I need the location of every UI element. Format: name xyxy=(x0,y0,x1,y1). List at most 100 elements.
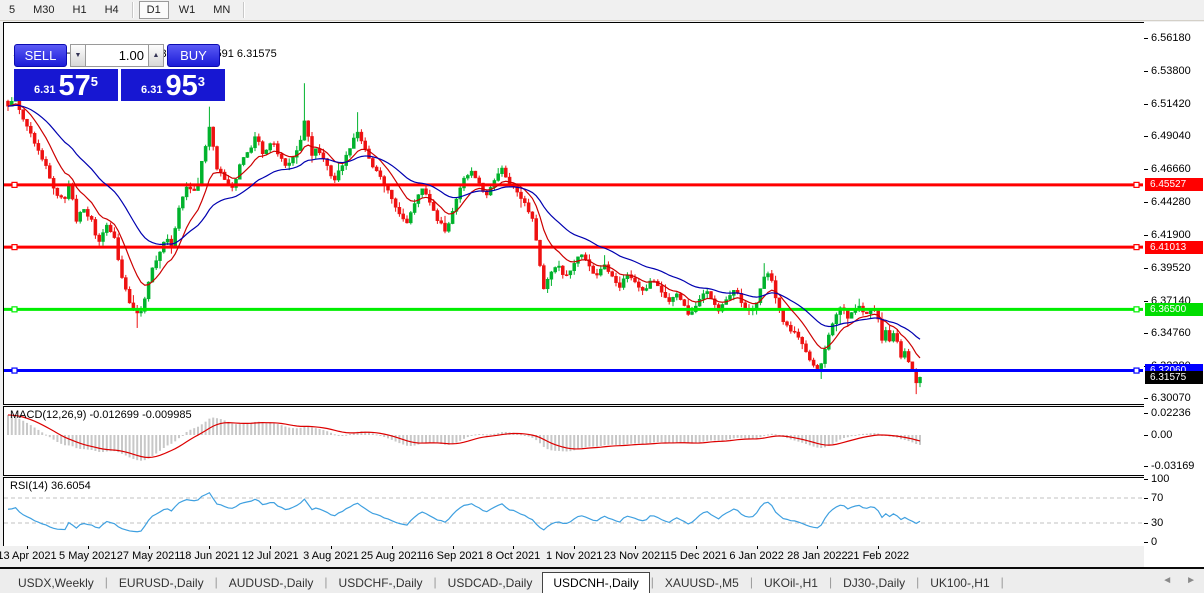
tab-separator: | xyxy=(104,575,108,589)
timeframe-button-w1[interactable]: W1 xyxy=(171,1,204,19)
chart-tab-bar: USDX,Weekly | EURUSD-,Daily | AUDUSD-,Daily |… xyxy=(0,567,1204,593)
chart-tab-dj30-daily[interactable]: DJ30-,Daily xyxy=(833,573,915,593)
timeframe-button-m30[interactable]: M30 xyxy=(25,1,62,19)
price-axis-tick xyxy=(1144,397,1148,399)
rsi-axis-tick xyxy=(1144,523,1148,524)
tab-separator: | xyxy=(214,575,218,589)
price-axis-label: 6.44280 xyxy=(1151,196,1191,209)
date-axis-tick xyxy=(331,546,332,549)
chart-tab-ukoil-h1[interactable]: UKOil-,H1 xyxy=(754,573,828,593)
macd-axis-label: 0.00 xyxy=(1151,429,1173,441)
rsi-axis-label: 100 xyxy=(1151,473,1170,486)
macd-axis-tick xyxy=(1144,435,1148,436)
price-axis-label: 6.53800 xyxy=(1151,64,1191,77)
date-axis-tick xyxy=(756,546,758,549)
horizontal-line-6.32060[interactable] xyxy=(4,367,1143,374)
price-axis-tick xyxy=(1144,300,1148,302)
rsi-label: RSI(14) 36.6054 xyxy=(10,480,91,492)
price-axis-tick xyxy=(1144,333,1148,335)
price-axis: 6.56180 6.53800 6.51420 6.49040 6.46660 6.442… xyxy=(1144,22,1204,567)
price-axis-label: 6.30070 xyxy=(1151,391,1191,404)
chart-tab-eurusd-daily[interactable]: EURUSD-,Daily xyxy=(109,573,214,593)
date-axis-tick xyxy=(635,546,636,549)
chart-tab-uk100-h1[interactable]: UK100-,H1 xyxy=(920,573,999,593)
price-level-badge: 6.36500 xyxy=(1145,302,1203,316)
timeframe-button-h4[interactable]: H4 xyxy=(97,1,127,19)
date-axis-tick xyxy=(270,546,272,549)
date-axis-tick xyxy=(878,546,880,549)
timeframe-button-mn[interactable]: MN xyxy=(205,1,238,19)
price-axis-label: 6.56180 xyxy=(1151,32,1191,44)
chart-tab-usdcad-daily[interactable]: USDCAD-,Daily xyxy=(438,573,543,593)
tabs-scroll-left-icon[interactable]: ◄ xyxy=(1162,575,1172,586)
rsi-axis-tick xyxy=(1144,541,1148,543)
chart-tab-audusd-daily[interactable]: AUDUSD-,Daily xyxy=(219,573,324,593)
date-axis-tick xyxy=(27,546,28,549)
price-axis-label: 6.41900 xyxy=(1151,228,1191,241)
price-level-badge: 6.31575 xyxy=(1145,370,1203,384)
buy-button[interactable]: BUY xyxy=(167,44,220,67)
date-axis-tick xyxy=(391,546,393,549)
date-axis-tick xyxy=(452,546,454,549)
price-axis-tick xyxy=(1144,103,1148,105)
rsi-axis-label: 70 xyxy=(1151,492,1164,504)
volume-decrease-button[interactable]: ▼ xyxy=(70,44,86,67)
buy-price-sup: 3 xyxy=(197,74,205,89)
chart-tab-usdcnh-daily[interactable]: USDCNH-,Daily xyxy=(542,571,650,593)
sell-button[interactable]: SELL xyxy=(14,44,67,67)
price-axis-label: 6.49040 xyxy=(1151,130,1191,143)
price-axis-tick xyxy=(1144,38,1148,39)
tab-separator: | xyxy=(650,575,654,589)
rsi-axis-label: 30 xyxy=(1151,517,1164,529)
date-axis: 13 Apr 2021 5 May 2021 27 May 2021 18 Jun 2… xyxy=(0,546,1144,567)
chart-tab-usdchf-daily[interactable]: USDCHF-,Daily xyxy=(329,573,433,593)
date-axis-tick xyxy=(574,546,576,549)
tab-separator: | xyxy=(828,575,833,589)
price-axis-tick xyxy=(1144,202,1148,204)
price-axis-tick xyxy=(1144,234,1148,236)
macd-panel: MACD(12,26,9) -0.012699 -0.009985 xyxy=(3,406,1146,476)
price-axis-tick xyxy=(1144,136,1148,138)
date-axis-tick xyxy=(209,546,211,549)
timeframe-button-h1[interactable]: H1 xyxy=(65,1,95,19)
price-axis-tick xyxy=(1144,169,1148,171)
price-axis-label: 6.51420 xyxy=(1151,97,1191,110)
one-click-trading-panel: SELL ▼ ▲ BUY 6.31 57 5 6.31 95 3 xyxy=(14,44,225,101)
date-axis-tick xyxy=(695,546,697,549)
horizontal-line-6.45527[interactable] xyxy=(4,181,1143,188)
horizontal-line-6.36500[interactable] xyxy=(4,306,1143,313)
price-axis-label: 6.46660 xyxy=(1151,163,1191,176)
price-axis-tick xyxy=(1144,70,1148,72)
timeframe-button-d1[interactable]: D1 xyxy=(138,1,169,19)
buy-price-prefix: 6.31 xyxy=(141,84,163,96)
volume-increase-button[interactable]: ▲ xyxy=(148,44,164,67)
tabs-scroll-right-icon[interactable]: ► xyxy=(1186,575,1196,586)
mt4-window: 5M30H1H4D1W1MN ▲USDCNH-,Daily 6.31165 6.… xyxy=(0,0,1204,593)
buy-price-big: 95 xyxy=(165,70,198,102)
sell-price-prefix: 6.31 xyxy=(34,84,56,96)
rsi-axis-tick xyxy=(1144,479,1148,481)
date-axis-label: 21 Feb 2022 xyxy=(847,550,910,562)
rsi-axis-label: 0 xyxy=(1151,535,1158,548)
buy-price-display[interactable]: 6.31 95 3 xyxy=(121,69,225,101)
timeframe-button-5[interactable]: 5 xyxy=(1,1,23,19)
price-axis-tick xyxy=(1144,267,1148,269)
volume-input[interactable] xyxy=(86,44,148,67)
tab-separator: | xyxy=(916,575,920,589)
macd-axis-tick xyxy=(1144,466,1148,468)
macd-label: MACD(12,26,9) -0.012699 -0.009985 xyxy=(10,409,192,421)
sell-price-sup: 5 xyxy=(90,74,98,89)
toolbar-separator xyxy=(243,2,246,18)
rsi-chart xyxy=(4,491,1143,533)
date-axis-tick xyxy=(87,546,89,549)
chart-tab-xauusd-m5[interactable]: XAUUSD-,M5 xyxy=(655,573,749,593)
sell-price-display[interactable]: 6.31 57 5 xyxy=(14,69,118,101)
tab-separator: | xyxy=(324,575,328,589)
date-axis-tick xyxy=(817,546,819,549)
date-axis-tick xyxy=(513,546,515,549)
price-axis-label: 6.39520 xyxy=(1151,261,1191,274)
chart-tab-usdx-weekly[interactable]: USDX,Weekly xyxy=(8,573,104,593)
tab-separator: | xyxy=(749,575,753,589)
price-level-badge: 6.45527 xyxy=(1145,178,1203,192)
macd-axis-label: 0.02236 xyxy=(1151,407,1191,419)
